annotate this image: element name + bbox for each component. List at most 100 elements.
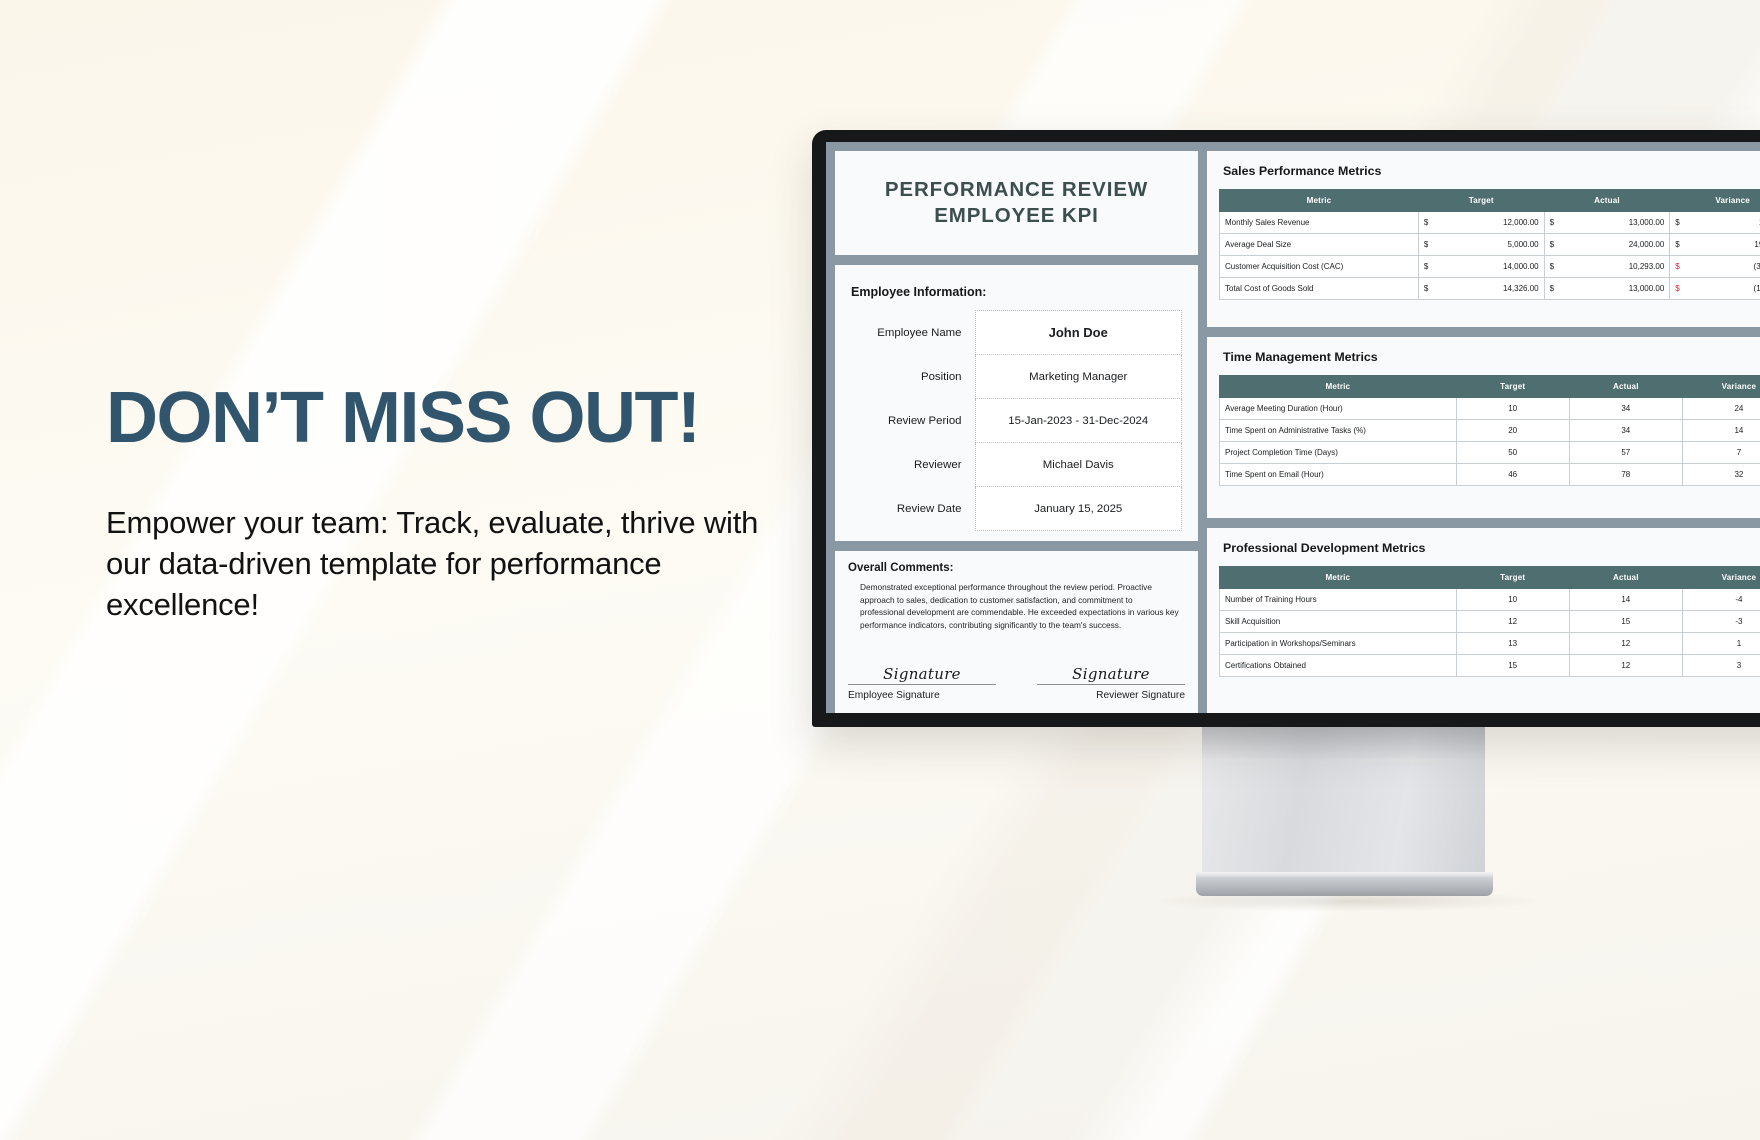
currency-symbol: $ xyxy=(1423,262,1429,271)
table-row: Time Spent on Administrative Tasks (%) 2… xyxy=(1219,419,1760,442)
column-header-metric: Metric xyxy=(1219,566,1457,589)
column-header-target: Target xyxy=(1455,375,1570,398)
metric-variance: 14 xyxy=(1681,419,1760,442)
monitor-frame: PERFORMANCE REVIEW EMPLOYEE KPI Employee… xyxy=(812,130,1760,727)
info-key: Position xyxy=(920,370,962,383)
position-value[interactable]: Marketing Manager xyxy=(974,354,1182,399)
table-row: Average Deal Size $5,000.00 $24,000.00 $… xyxy=(1219,233,1760,256)
metric-target-value: 14,000.00 xyxy=(1503,262,1539,271)
column-header-actual: Actual xyxy=(1568,375,1683,398)
metric-variance: -4 xyxy=(1681,588,1760,611)
table-header-row: Metric Target Actual Variance xyxy=(1219,189,1760,212)
metric-variance: 3 xyxy=(1681,654,1760,677)
currency-symbol: $ xyxy=(1549,284,1555,293)
promo-subtext: Empower your team: Track, evaluate, thri… xyxy=(106,505,759,623)
metric-target-value: 14,326.00 xyxy=(1503,284,1539,293)
table-row: Review Date January 15, 2025 xyxy=(851,486,1182,531)
column-header-variance: Variance xyxy=(1669,189,1760,212)
table-row: Employee Name John Doe xyxy=(851,310,1182,355)
table-row: Time Spent on Email (Hour) 46 78 32 xyxy=(1219,463,1760,486)
metric-variance: 24 xyxy=(1681,397,1760,420)
document-column: PERFORMANCE REVIEW EMPLOYEE KPI Employee… xyxy=(826,142,1198,713)
metric-actual: 57 xyxy=(1568,441,1683,464)
time-management-rows: Average Meeting Duration (Hour) 10 34 24… xyxy=(1219,397,1760,486)
metric-target: 50 xyxy=(1455,441,1570,464)
metric-actual: 12 xyxy=(1568,654,1683,677)
currency-symbol: $ xyxy=(1675,218,1680,227)
info-key: Review Date xyxy=(896,502,962,515)
table-head: Metric Target Actual Variance xyxy=(1219,375,1760,398)
currency-symbol: $ xyxy=(1675,262,1680,271)
professional-development-title: Professional Development Metrics xyxy=(1223,541,1426,555)
metric-variance: $ (3,707.00) xyxy=(1669,255,1760,278)
metric-actual: $13,000.00 xyxy=(1543,211,1671,234)
metric-target: $14,326.00 xyxy=(1417,277,1545,300)
column-header-actual: Actual xyxy=(1568,566,1683,589)
metric-actual-value: 13,000.00 xyxy=(1628,218,1665,227)
metric-target: 12 xyxy=(1455,610,1570,633)
metric-target: 10 xyxy=(1455,397,1570,420)
document-title-line-2: EMPLOYEE KPI xyxy=(934,204,1099,227)
employee-information-table: Employee Name John Doe Position Marketin… xyxy=(851,310,1182,531)
metric-variance: 1 xyxy=(1681,632,1760,655)
metric-variance-value: (3,707.00) xyxy=(1753,262,1760,271)
metric-name: Total Cost of Goods Sold xyxy=(1219,277,1419,300)
metric-actual: 15 xyxy=(1568,610,1683,633)
metric-name: Skill Acquisition xyxy=(1219,610,1457,633)
metric-name: Average Meeting Duration (Hour) xyxy=(1219,397,1457,420)
metric-target-value: 5,000.00 xyxy=(1507,240,1539,249)
currency-symbol: $ xyxy=(1423,240,1429,249)
metric-variance: 7 xyxy=(1681,441,1760,464)
metric-name: Number of Training Hours xyxy=(1219,588,1457,611)
document-title-line-1: PERFORMANCE REVIEW xyxy=(884,177,1149,201)
table-row: Number of Training Hours 10 14 -4 xyxy=(1219,588,1760,611)
overall-comments-text[interactable]: Demonstrated exceptional performance thr… xyxy=(848,581,1185,631)
signature-script-reviewer: Signature xyxy=(1037,665,1185,685)
promo-banner: DON’T MISS OUT! Empower your team: Track… xyxy=(0,0,1760,1140)
table-row: Customer Acquisition Cost (CAC) $14,000.… xyxy=(1219,255,1760,278)
metric-variance: 32 xyxy=(1681,463,1760,486)
metric-name: Project Completion Time (Days) xyxy=(1219,441,1457,464)
metrics-column: Sales Performance Metrics Metric Target … xyxy=(1207,142,1760,713)
table-row: Certifications Obtained 15 12 3 xyxy=(1219,654,1760,677)
metric-name: Participation in Workshops/Seminars xyxy=(1219,632,1457,655)
table-row: Project Completion Time (Days) 50 57 7 xyxy=(1219,441,1760,464)
metric-target: 13 xyxy=(1455,632,1570,655)
monitor-base-highlight xyxy=(1196,872,1493,878)
review-period-value[interactable]: 15-Jan-2023 - 31-Dec-2024 xyxy=(974,398,1182,443)
table-row: Skill Acquisition 12 15 -3 xyxy=(1219,610,1760,633)
reviewer-value[interactable]: Michael Davis xyxy=(974,442,1182,487)
info-key: Employee Name xyxy=(877,326,962,339)
metric-actual: 34 xyxy=(1568,419,1683,442)
metric-variance: $1,000.00 xyxy=(1669,211,1760,234)
currency-symbol: $ xyxy=(1549,218,1555,227)
metric-target: $5,000.00 xyxy=(1417,233,1545,256)
table-row: Review Period 15-Jan-2023 - 31-Dec-2024 xyxy=(851,398,1182,443)
document-title: PERFORMANCE REVIEW EMPLOYEE KPI xyxy=(885,177,1148,229)
metric-variance: $ (1,326.00) xyxy=(1669,277,1760,300)
metric-target-value: 12,000.00 xyxy=(1503,218,1539,227)
review-date-value[interactable]: January 15, 2025 xyxy=(974,486,1182,531)
metric-target: $14,000.00 xyxy=(1417,255,1545,278)
metric-name: Customer Acquisition Cost (CAC) xyxy=(1219,255,1419,278)
metric-target: 10 xyxy=(1455,588,1570,611)
employee-name-value[interactable]: John Doe xyxy=(974,310,1182,355)
currency-symbol: $ xyxy=(1549,240,1555,249)
metric-variance-value: 19,000.00 xyxy=(1754,240,1760,249)
employee-signature-block: Signature Employee Signature xyxy=(848,665,996,701)
metric-variance: $19,000.00 xyxy=(1669,233,1760,256)
employee-information-rows: Employee Name John Doe Position Marketin… xyxy=(851,310,1182,531)
metric-target: $12,000.00 xyxy=(1417,211,1545,234)
professional-development-rows: Number of Training Hours 10 14 -4 Skill … xyxy=(1219,588,1760,677)
table-head: Metric Target Actual Variance xyxy=(1219,566,1760,589)
info-key: Review Period xyxy=(888,414,962,427)
employee-signature-caption: Employee Signature xyxy=(848,690,940,701)
table-header-row: Metric Target Actual Variance xyxy=(1219,375,1760,398)
column-header-metric: Metric xyxy=(1219,189,1419,212)
info-key: Reviewer xyxy=(914,458,962,471)
metric-name: Time Spent on Administrative Tasks (%) xyxy=(1219,419,1457,442)
metric-variance: -3 xyxy=(1681,610,1760,633)
table-row: Reviewer Michael Davis xyxy=(851,442,1182,487)
document-title-panel: PERFORMANCE REVIEW EMPLOYEE KPI xyxy=(835,151,1198,255)
metric-actual-value: 10,293.00 xyxy=(1628,262,1665,271)
